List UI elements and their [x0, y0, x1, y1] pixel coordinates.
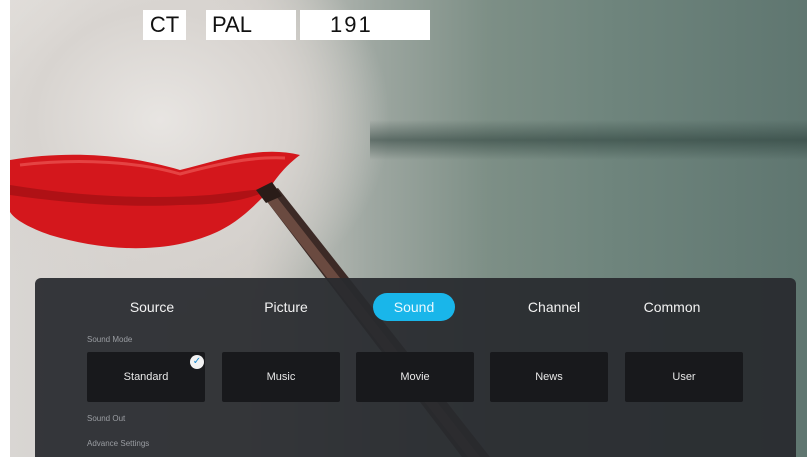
tab-source[interactable]: Source	[107, 293, 197, 321]
sound-mode-music-label: Music	[266, 371, 296, 383]
tab-sound[interactable]: Sound	[373, 293, 455, 321]
sound-mode-user-label: User	[672, 371, 696, 383]
osd-channel-number: 191	[300, 10, 430, 40]
check-circle-icon: ✓	[190, 355, 204, 369]
sound-out-item[interactable]: Sound Out	[87, 414, 125, 423]
settings-panel: Source Picture Sound Channel Common Soun…	[35, 278, 796, 457]
tab-common[interactable]: Common	[627, 293, 717, 321]
sound-mode-options: Standard ✓ Music Movie News User	[87, 352, 797, 402]
sound-mode-news[interactable]: News	[490, 352, 608, 402]
tab-picture[interactable]: Picture	[241, 293, 331, 321]
tab-channel[interactable]: Channel	[509, 293, 599, 321]
sound-mode-user[interactable]: User	[625, 352, 743, 402]
sound-mode-standard-label: Standard	[123, 371, 169, 383]
sound-mode-news-label: News	[535, 371, 563, 383]
osd-color-system: PAL	[206, 10, 296, 40]
sound-mode-label: Sound Mode	[87, 335, 133, 344]
osd-source-code: CT	[143, 10, 186, 40]
sound-mode-standard[interactable]: Standard ✓	[87, 352, 205, 402]
sound-mode-music[interactable]: Music	[222, 352, 340, 402]
settings-tabs: Source Picture Sound Channel Common	[35, 293, 796, 321]
sound-mode-movie-label: Movie	[400, 371, 430, 383]
sound-mode-movie[interactable]: Movie	[356, 352, 474, 402]
advance-settings-item[interactable]: Advance Settings	[87, 439, 149, 448]
